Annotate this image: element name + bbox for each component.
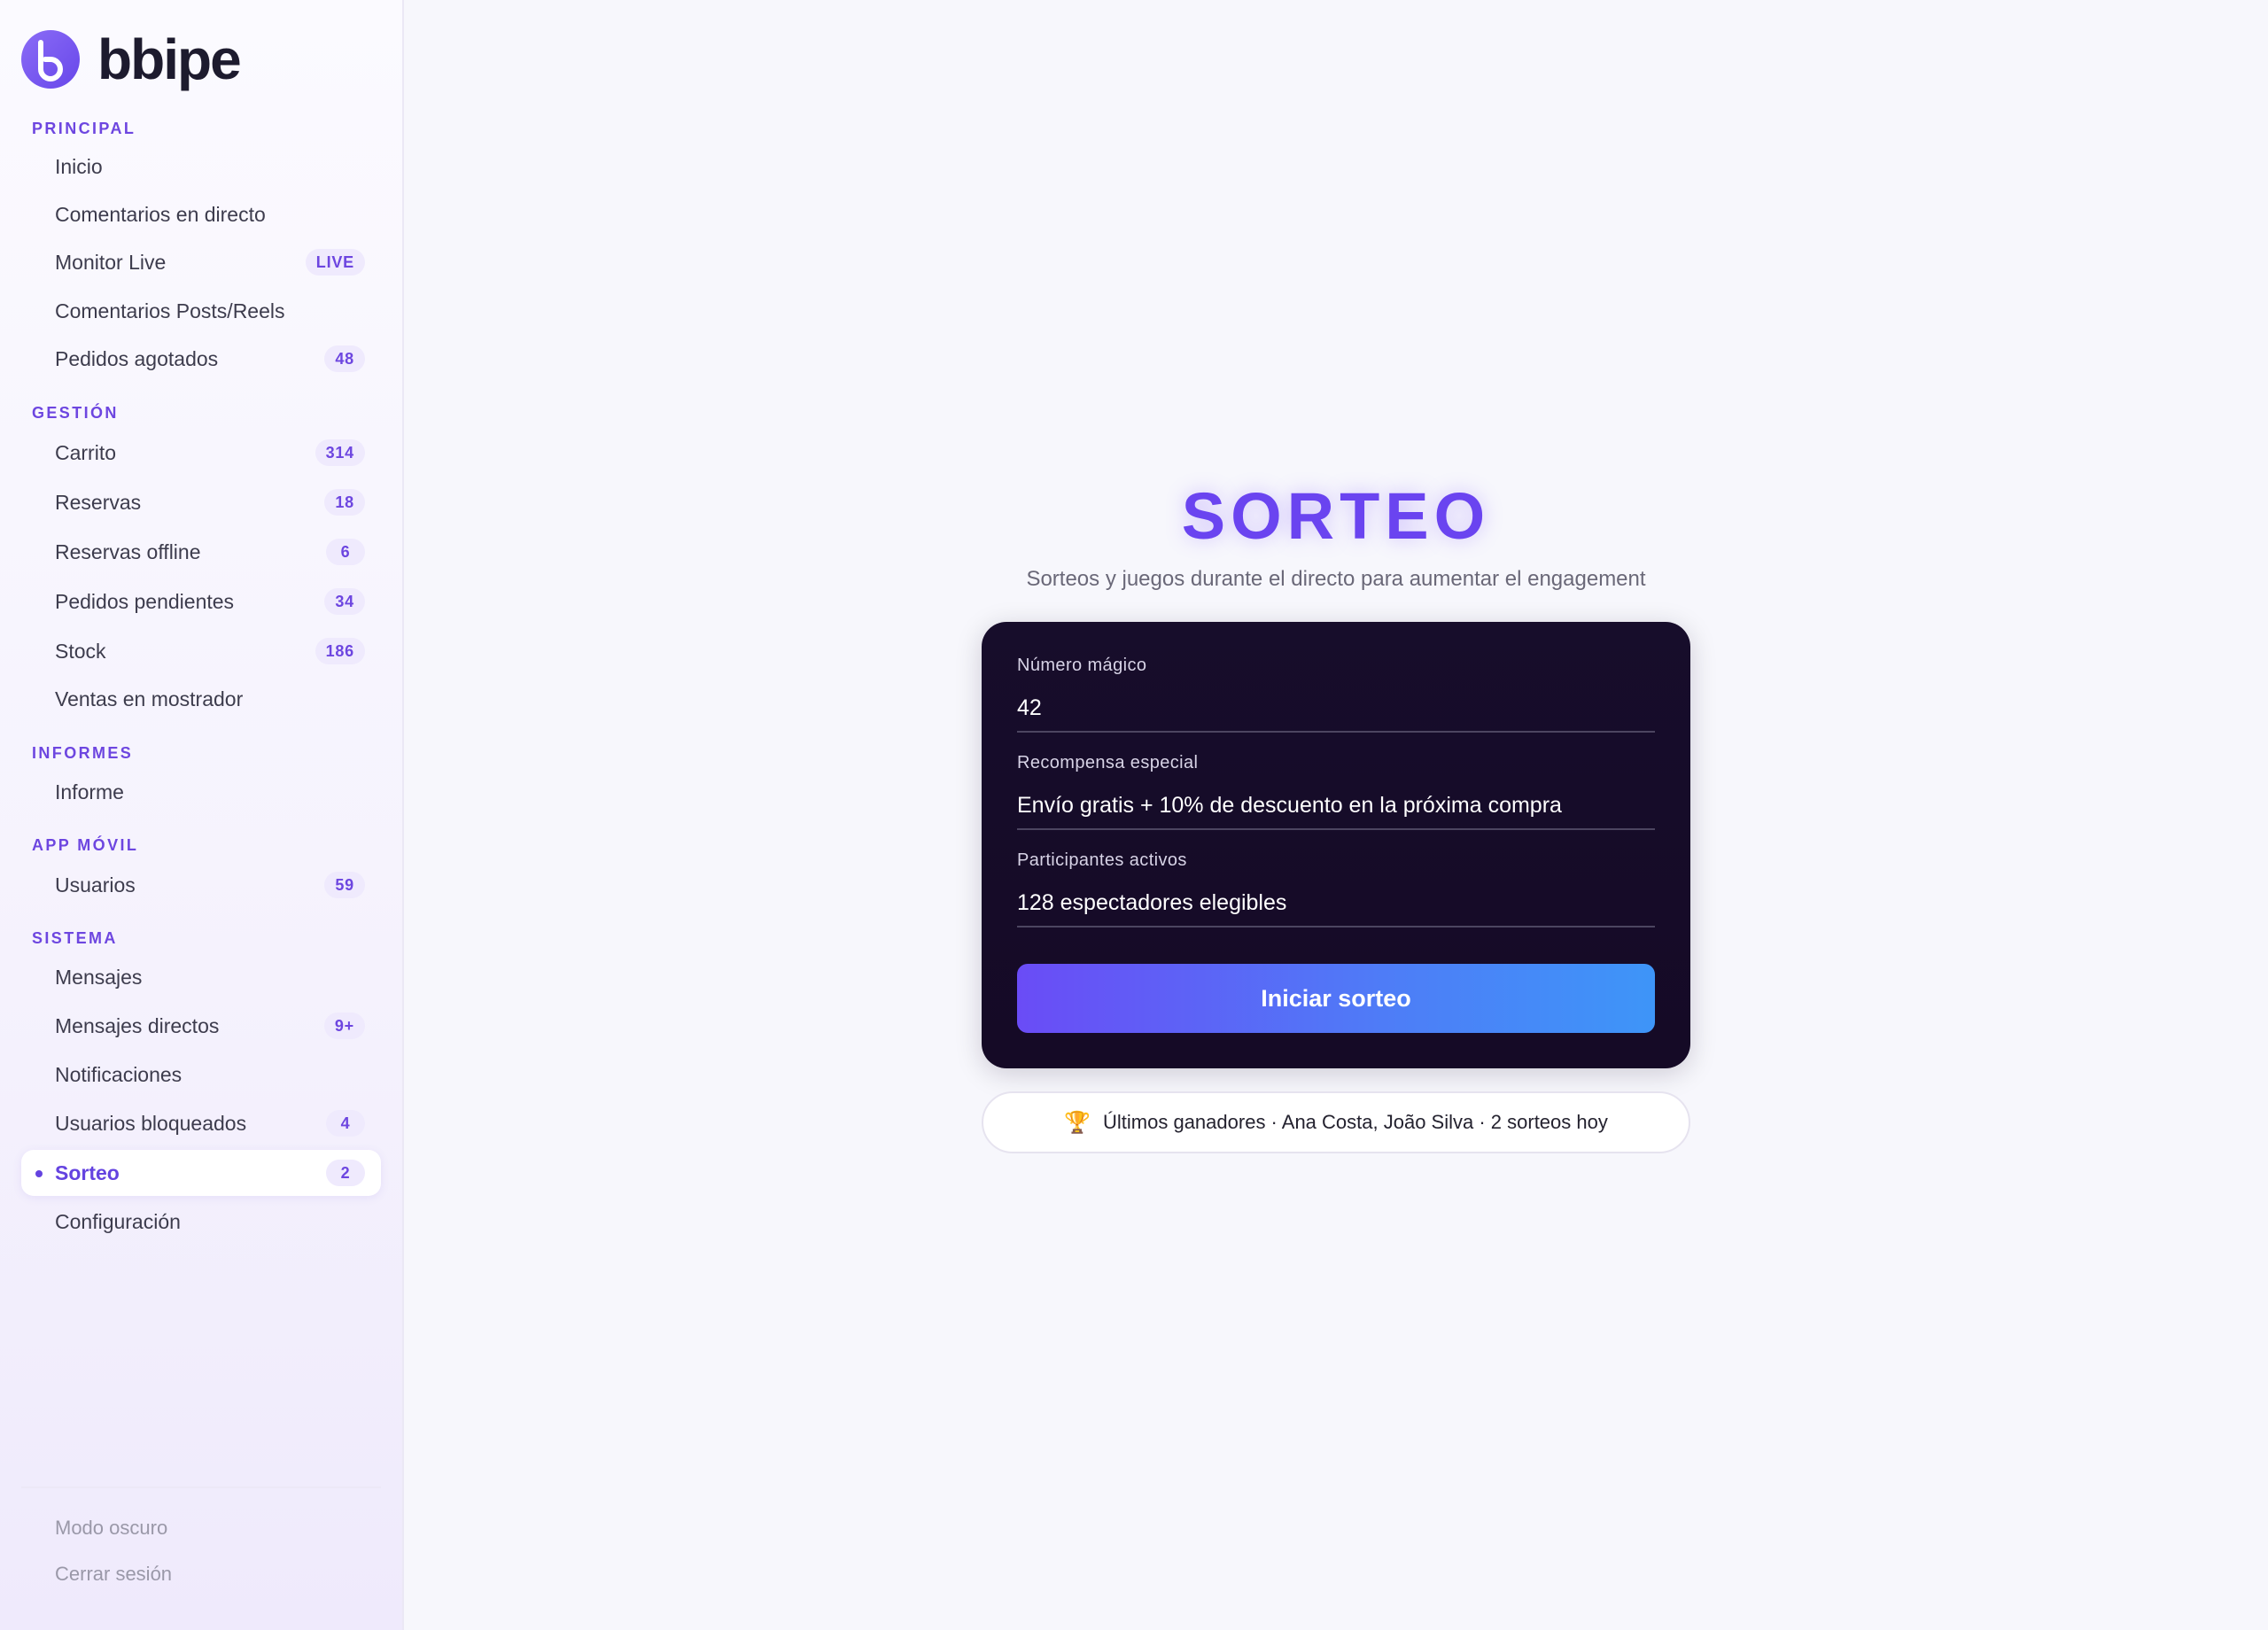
count-badge: 2 <box>326 1160 365 1186</box>
count-badge: 48 <box>324 345 365 372</box>
trophy-icon: 🏆 <box>1064 1110 1091 1135</box>
sidebar-item-ventas-mostrador[interactable]: Ventas en mostrador <box>21 676 381 722</box>
magic-number-input[interactable] <box>1017 690 1655 726</box>
sidebar-item-label: Reservas offline <box>55 539 201 563</box>
sidebar-item-label: Comentarios en directo <box>55 202 266 226</box>
sidebar-item-carrito[interactable]: Carrito 314 <box>21 430 381 476</box>
sidebar-item-label: Monitor Live <box>55 250 167 274</box>
sidebar-item-monitor-live[interactable]: Monitor Live LIVE <box>21 239 381 285</box>
sidebar-item-label: Pedidos pendientes <box>55 589 235 613</box>
sidebar-item-mensajes-directos[interactable]: Mensajes directos 9+ <box>21 1003 381 1049</box>
sidebar-item-sorteo[interactable]: Sorteo 2 <box>21 1150 381 1196</box>
participants-input[interactable] <box>1017 885 1655 920</box>
sidebar-item-label: Sorteo <box>55 1160 120 1184</box>
sidebar-item-label: Pedidos agotados <box>55 346 219 370</box>
section-informes: INFORMES <box>32 744 134 762</box>
live-badge: LIVE <box>305 249 365 276</box>
field-label: Recompensa especial <box>1017 753 1199 772</box>
sidebar-item-notificaciones[interactable]: Notificaciones <box>21 1052 381 1098</box>
sidebar-item-label: Mensajes <box>55 965 143 989</box>
sidebar-item-informe[interactable]: Informe <box>21 769 381 815</box>
sidebar-item-label: Comentarios Posts/Reels <box>55 299 285 322</box>
field-underline <box>1017 926 1655 928</box>
sidebar-item-reservas[interactable]: Reservas 18 <box>21 479 381 525</box>
count-badge: 314 <box>315 439 365 466</box>
field-underline <box>1017 731 1655 733</box>
sidebar-item-label: Usuarios bloqueados <box>55 1111 247 1135</box>
sidebar-divider <box>21 1486 381 1488</box>
sorteo-form-card: Número mágico Recompensa especial Partic… <box>982 622 1690 1068</box>
sidebar-item-usuarios[interactable]: Usuarios 59 <box>21 862 381 908</box>
magic-number-field: Número mágico <box>1017 656 1655 733</box>
sidebar-item-label: Informe <box>55 780 124 803</box>
start-raffle-button[interactable]: Iniciar sorteo <box>1017 964 1655 1033</box>
sidebar-item-pedidos-agotados[interactable]: Pedidos agotados 48 <box>21 336 381 382</box>
sidebar-item-comentarios-posts[interactable]: Comentarios Posts/Reels <box>21 288 381 334</box>
sidebar-item-label: Inicio <box>55 154 103 178</box>
sidebar-item-label: Mensajes directos <box>55 1013 220 1037</box>
active-indicator-dot <box>35 1170 43 1177</box>
count-badge: 186 <box>315 638 365 664</box>
logo-mark-icon <box>21 30 80 89</box>
sidebar-item-label: Ventas en mostrador <box>55 687 244 710</box>
page-subtitle: Sorteos y juegos durante el directo para… <box>1026 567 1646 591</box>
brand-name: bbipe <box>97 27 242 91</box>
sidebar-item-label: Stock <box>55 639 106 663</box>
count-badge: 18 <box>324 489 365 516</box>
sidebar-item-label: Reservas <box>55 490 142 514</box>
field-underline <box>1017 828 1655 830</box>
participants-field: Participantes activos <box>1017 850 1655 928</box>
sidebar-item-mensajes[interactable]: Mensajes <box>21 954 381 1000</box>
field-label: Número mágico <box>1017 656 1147 675</box>
reward-field: Recompensa especial <box>1017 753 1655 830</box>
section-sistema: SISTEMA <box>32 929 118 947</box>
sidebar-item-label: Carrito <box>55 440 117 464</box>
section-app-movil: APP MÓVIL <box>32 836 139 854</box>
logout-link[interactable]: Cerrar sesión <box>55 1563 172 1586</box>
sidebar-item-pedidos-pendientes[interactable]: Pedidos pendientes 34 <box>21 578 381 625</box>
dark-mode-toggle[interactable]: Modo oscuro <box>55 1517 167 1540</box>
sidebar-item-reservas-offline[interactable]: Reservas offline 6 <box>21 529 381 575</box>
recent-winners-banner: 🏆 Últimos ganadores · Ana Costa, João Si… <box>982 1091 1690 1153</box>
sidebar-item-label: Usuarios <box>55 873 136 896</box>
recent-winners-text: Últimos ganadores · Ana Costa, João Silv… <box>1103 1111 1608 1133</box>
sidebar-item-stock[interactable]: Stock 186 <box>21 628 381 674</box>
section-gestion: GESTIÓN <box>32 404 119 422</box>
reward-input[interactable] <box>1017 788 1655 823</box>
page-title: SORTEO <box>1181 479 1491 553</box>
count-badge: 9+ <box>323 1013 365 1039</box>
sidebar-item-inicio[interactable]: Inicio <box>21 144 381 190</box>
section-principal: PRINCIPAL <box>32 120 136 137</box>
sidebar-item-configuracion[interactable]: Configuración <box>21 1199 381 1245</box>
sidebar-item-usuarios-bloqueados[interactable]: Usuarios bloqueados 4 <box>21 1100 381 1146</box>
sidebar-item-label: Notificaciones <box>55 1062 183 1086</box>
count-badge: 34 <box>324 588 365 615</box>
count-badge: 6 <box>326 539 365 565</box>
count-badge: 59 <box>324 872 365 898</box>
count-badge: 4 <box>326 1110 365 1137</box>
brand-logo[interactable]: bbipe <box>21 27 242 91</box>
field-label: Participantes activos <box>1017 850 1187 870</box>
sidebar-item-label: Configuración <box>55 1209 181 1233</box>
sidebar: bbipe PRINCIPAL Inicio Comentarios en di… <box>0 0 404 1630</box>
sidebar-item-comentarios-directo[interactable]: Comentarios en directo <box>21 191 381 237</box>
